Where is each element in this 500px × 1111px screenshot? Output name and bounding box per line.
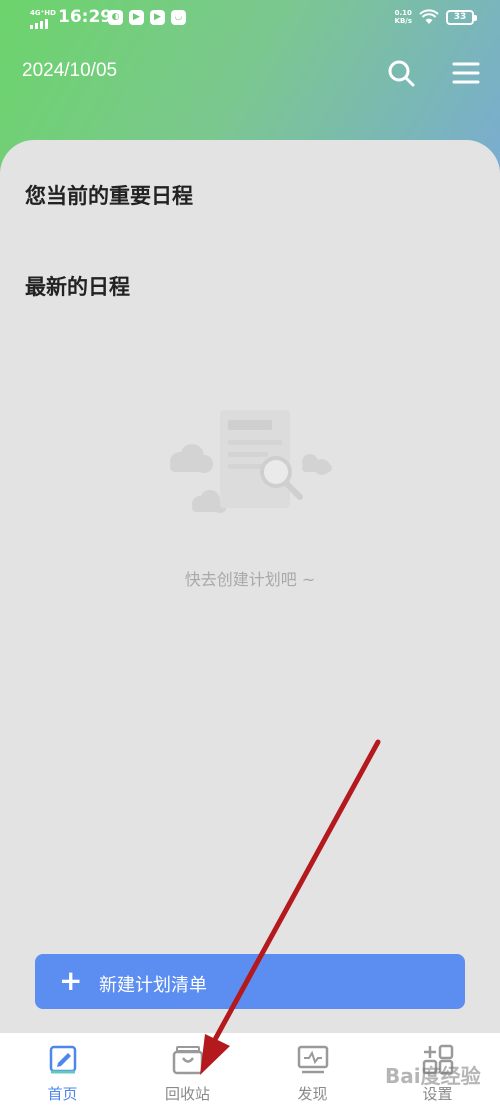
menu-icon [452,62,480,84]
net-speed: 0.10 KB/s [395,9,412,25]
battery-icon: 33 [446,9,477,25]
nav-label-home: 首页 [47,1085,78,1103]
nav-label-discover: 发现 [297,1085,328,1103]
search-icon [388,60,415,87]
important-schedule-title: 您当前的重要日程 [25,184,193,208]
new-plan-list-button[interactable]: + 新建计划清单 [35,954,465,1009]
wifi-icon [419,9,439,24]
nav-item-discover[interactable]: 发现 [250,1033,375,1111]
status-bar: 4G⁺HD 16:29 ◐ ▶ ▶ ◡ 0.10 KB/s 33 [0,0,500,38]
signal-bars-icon [30,19,48,29]
status-time: 16:29 [58,7,113,27]
search-button[interactable] [384,56,418,90]
net-speed-value: 0.10 [394,9,412,17]
nav-label-settings: 设置 [422,1085,453,1103]
nav-item-home[interactable]: 首页 [0,1033,125,1111]
discover-icon [297,1045,328,1074]
net-speed-unit: KB/s [394,17,412,25]
new-plan-list-label: 新建计划清单 [99,975,207,996]
nav-item-recycle-bin[interactable]: 回收站 [125,1033,250,1111]
chat-icon: ◡ [171,10,186,25]
plus-icon: + [59,964,83,997]
notification-icons: ◐ ▶ ▶ ◡ [108,10,186,25]
empty-state-illustration [170,410,332,513]
status-right: 0.10 KB/s 33 [395,9,477,25]
current-date: 2024/10/05 [22,60,118,81]
settings-grid-icon [422,1044,453,1075]
play-icon: ▶ [129,10,144,25]
home-edit-icon [49,1045,76,1074]
nav-label-recycle-bin: 回收站 [164,1085,210,1103]
empty-state-text: 快去创建计划吧 ~ [184,570,316,589]
network-type: 4G⁺HD [30,9,56,17]
message-icon: ◐ [108,10,123,25]
menu-button[interactable] [448,56,482,90]
recycle-bin-icon [172,1046,203,1075]
latest-schedule-title: 最新的日程 [25,275,130,299]
signal-indicator: 4G⁺HD [30,9,56,29]
bottom-navigation: 首页 回收站 发现 设置 [0,1033,500,1111]
nav-item-settings[interactable]: 设置 [375,1033,500,1111]
play-icon: ▶ [150,10,165,25]
